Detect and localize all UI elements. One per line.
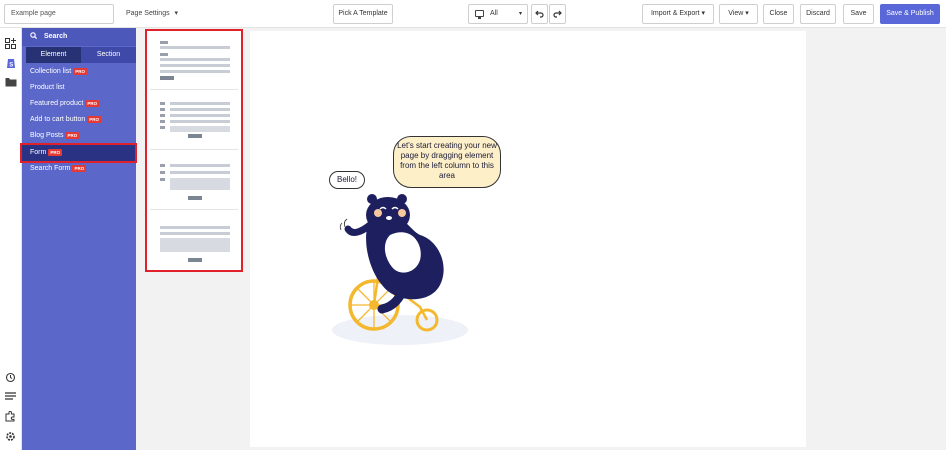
discard-button[interactable]: Discard bbox=[800, 4, 836, 24]
pro-badge: PRO bbox=[73, 67, 88, 75]
form-template-4[interactable] bbox=[150, 212, 238, 270]
element-label: Collection list bbox=[30, 68, 72, 75]
element-label: Add to cart button bbox=[30, 116, 86, 123]
undo-button[interactable] bbox=[531, 4, 548, 24]
form-template-1[interactable] bbox=[150, 32, 238, 90]
device-select[interactable]: All ▾ bbox=[468, 4, 528, 24]
element-search[interactable]: Search bbox=[22, 28, 136, 46]
selection-highlight bbox=[20, 143, 137, 163]
import-export-menu[interactable]: Import & Export ▾ bbox=[642, 4, 714, 24]
form-template-2[interactable] bbox=[150, 92, 238, 150]
search-label: Search bbox=[43, 33, 68, 40]
history-icon[interactable] bbox=[4, 371, 17, 384]
element-item-search-form[interactable]: Search Form PRO bbox=[22, 161, 136, 177]
pro-badge: PRO bbox=[85, 99, 100, 107]
chevron-down-icon: ▾ bbox=[701, 10, 706, 17]
redo-icon bbox=[553, 10, 562, 18]
element-item-product-list[interactable]: Product list bbox=[22, 80, 136, 96]
add-section-icon[interactable] bbox=[4, 37, 17, 50]
element-item-add-to-cart-button[interactable]: Add to cart button PRO bbox=[22, 112, 136, 128]
view-menu[interactable]: View ▾ bbox=[719, 4, 758, 24]
search-icon bbox=[30, 32, 38, 40]
chevron-down-icon: ▾ bbox=[174, 10, 179, 17]
panel-tabs: Element Section bbox=[26, 47, 136, 63]
puzzle-icon[interactable] bbox=[4, 410, 17, 423]
form-template-3[interactable] bbox=[150, 152, 238, 210]
element-panel: Search Element Section Collection list PR… bbox=[22, 28, 136, 450]
view-label: View bbox=[728, 10, 744, 17]
form-template-list bbox=[145, 29, 243, 272]
device-value: All bbox=[490, 10, 498, 17]
undo-icon bbox=[535, 10, 544, 18]
top-toolbar: Example page Page Settings ▾ Pick A Temp… bbox=[0, 0, 946, 28]
layers-icon[interactable] bbox=[4, 390, 17, 403]
folder-icon[interactable] bbox=[4, 75, 17, 88]
pro-badge: PRO bbox=[87, 115, 102, 123]
speech-bubble-small: Bello! bbox=[329, 171, 365, 189]
shopify-icon[interactable]: S bbox=[4, 56, 17, 69]
right-gutter bbox=[806, 28, 946, 450]
tab-element[interactable]: Element bbox=[26, 47, 81, 63]
pro-badge: PRO bbox=[72, 164, 87, 172]
page-name-input[interactable]: Example page bbox=[4, 4, 114, 24]
redo-button[interactable] bbox=[549, 4, 566, 24]
page-settings-menu[interactable]: Page Settings ▾ bbox=[126, 4, 178, 24]
page-settings-label: Page Settings bbox=[126, 10, 170, 17]
element-item-blog-posts[interactable]: Blog Posts PRO bbox=[22, 128, 136, 144]
element-label: Product list bbox=[30, 84, 65, 91]
pro-badge: PRO bbox=[65, 131, 80, 139]
icon-rail: S bbox=[0, 28, 22, 450]
element-label: Search Form bbox=[30, 165, 71, 172]
element-item-featured-product[interactable]: Featured product PRO bbox=[22, 96, 136, 112]
element-label: Blog Posts bbox=[30, 132, 64, 139]
chevron-down-icon: ▾ bbox=[518, 11, 522, 17]
save-publish-button[interactable]: Save & Publish bbox=[880, 4, 940, 24]
tab-section[interactable]: Section bbox=[81, 47, 136, 63]
bear-bicycle-illustration bbox=[332, 194, 468, 345]
speech-bubble-main: Let's start creating your new page by dr… bbox=[393, 136, 501, 188]
pick-template-button[interactable]: Pick A Template bbox=[333, 4, 393, 24]
settings-icon[interactable] bbox=[4, 430, 17, 443]
element-label: Featured product bbox=[30, 100, 84, 107]
close-button[interactable]: Close bbox=[763, 4, 794, 24]
chevron-down-icon: ▾ bbox=[745, 10, 749, 17]
import-export-label: Import & Export bbox=[650, 10, 700, 17]
element-item-collection-list[interactable]: Collection list PRO bbox=[22, 64, 136, 80]
svg-text:S: S bbox=[9, 62, 13, 68]
save-button[interactable]: Save bbox=[843, 4, 874, 24]
desktop-icon bbox=[475, 10, 484, 19]
